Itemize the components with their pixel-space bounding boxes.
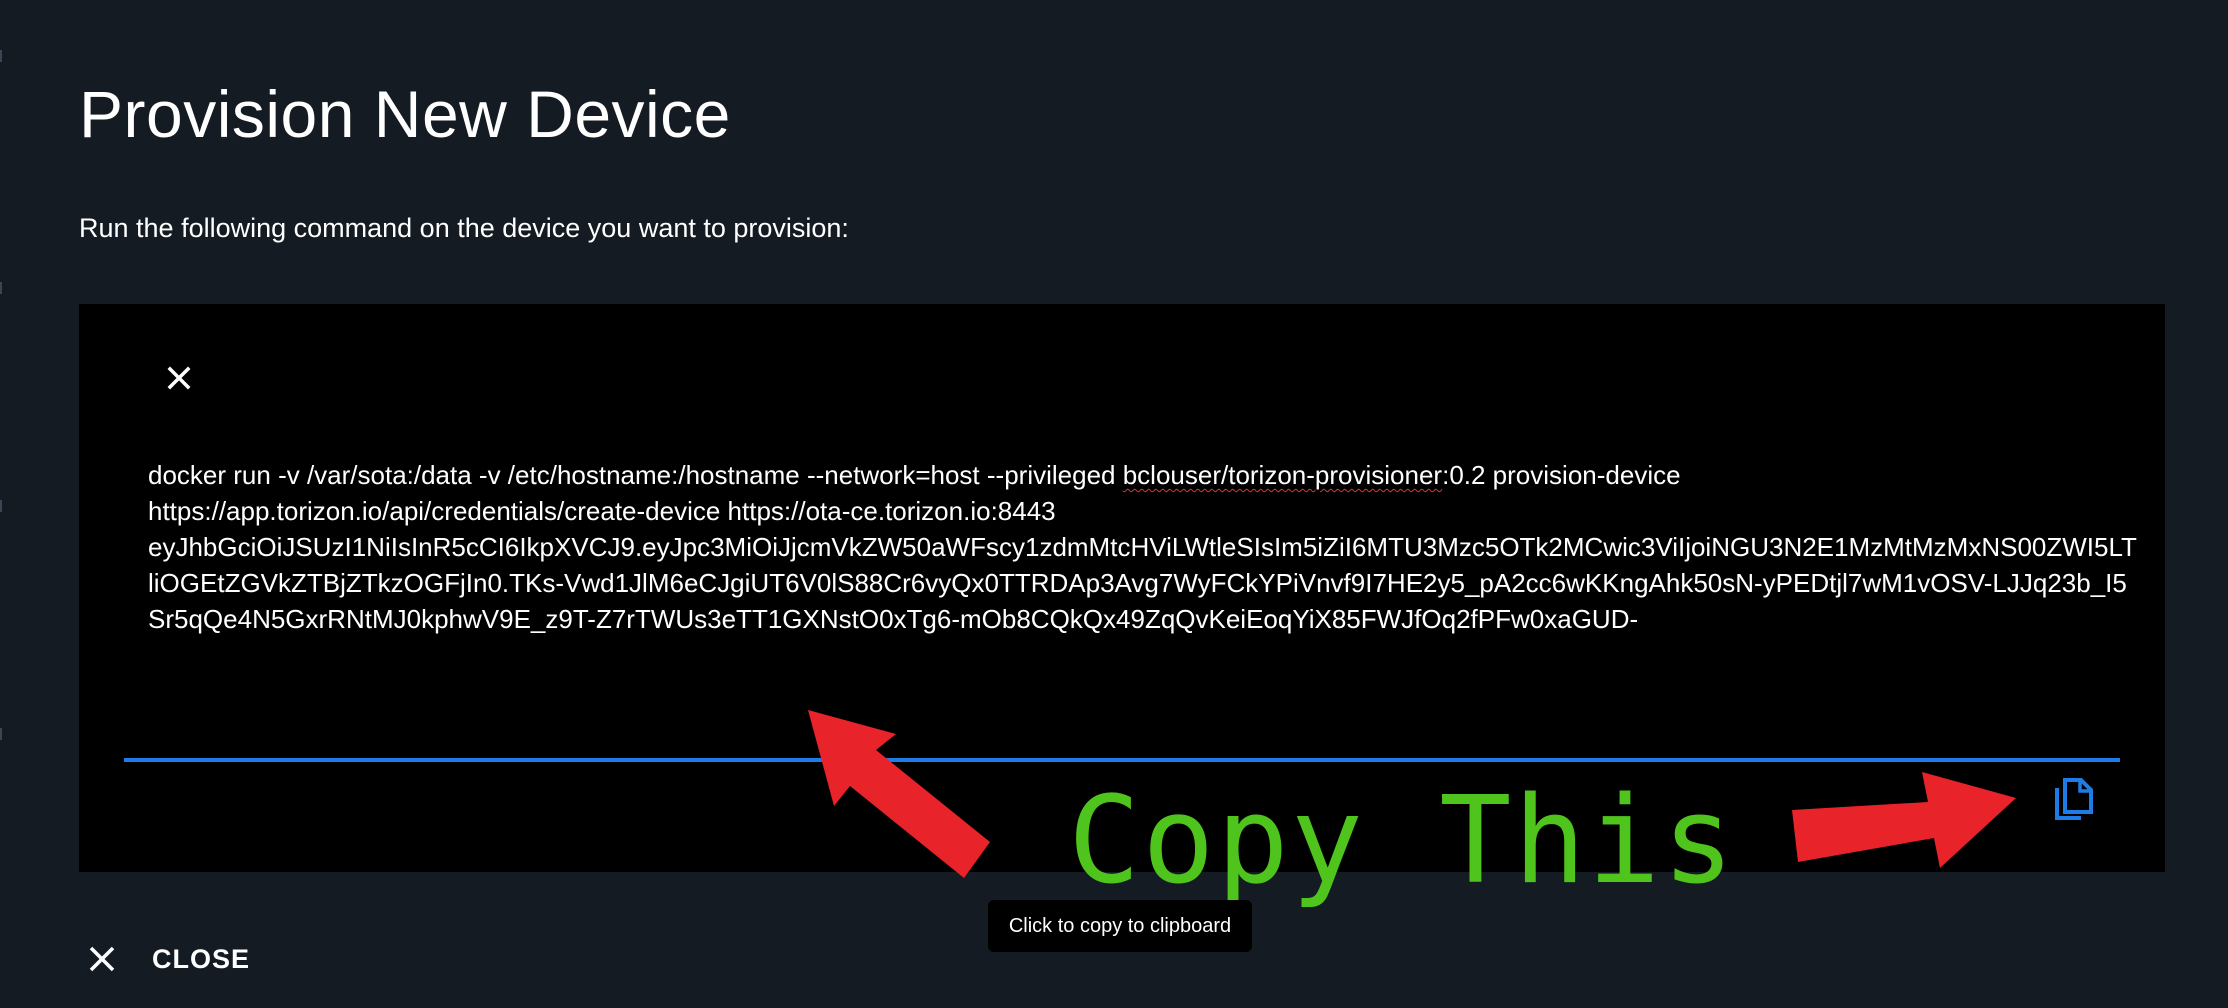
command-image-name: bclouser/torizon-provisioner <box>1122 460 1443 490</box>
command-part: docker run -v /var/sota:/data -v /etc/ho… <box>148 460 1123 490</box>
arrow-annotation-right <box>1792 772 2016 868</box>
edge-mark <box>0 282 2 294</box>
clear-button[interactable] <box>157 356 201 400</box>
edge-mark <box>0 50 2 62</box>
provision-dialog: Provision New Device Run the following c… <box>0 0 2228 1008</box>
arrow-annotation-up-left <box>808 710 990 878</box>
dialog-title: Provision New Device <box>79 77 731 151</box>
copy-button[interactable] <box>2043 768 2103 828</box>
close-icon <box>167 366 191 390</box>
copy-tooltip: Click to copy to clipboard <box>988 900 1252 952</box>
instruction-text: Run the following command on the device … <box>79 213 849 243</box>
edge-mark <box>0 728 2 740</box>
copy-this-annotation: Copy This <box>1068 772 1737 911</box>
close-label: CLOSE <box>152 943 251 974</box>
copy-icon <box>2055 778 2093 820</box>
command-text[interactable]: docker run -v /var/sota:/data -v /etc/ho… <box>148 457 2138 637</box>
field-underline <box>124 758 2120 762</box>
edge-mark <box>0 500 2 512</box>
close-button[interactable]: CLOSE <box>82 936 250 982</box>
close-icon <box>89 946 115 972</box>
